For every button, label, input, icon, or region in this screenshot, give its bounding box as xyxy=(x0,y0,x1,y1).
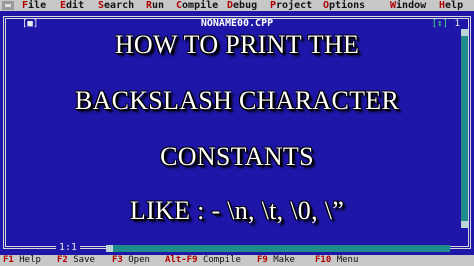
menu-options[interactable]: Options xyxy=(323,0,365,11)
menu-project[interactable]: Project xyxy=(270,0,312,11)
close-box-icon[interactable]: [■] xyxy=(20,19,41,29)
system-menu-icon[interactable] xyxy=(2,1,14,10)
status-f2-save[interactable]: F2 Save xyxy=(57,255,95,266)
horizontal-scrollbar[interactable] xyxy=(106,245,450,252)
overlay-line-1: HOW TO PRINT THE xyxy=(114,30,360,59)
overlay-line-4: LIKE : - \n, \t, \0, \” xyxy=(129,196,345,225)
menu-edit[interactable]: Edit xyxy=(60,0,84,11)
status-f3-open[interactable]: F3 Open xyxy=(112,255,150,266)
status-f1-help[interactable]: F1 Help xyxy=(3,255,41,266)
menu-debug[interactable]: Debug xyxy=(227,0,257,11)
menu-search[interactable]: Search xyxy=(98,0,134,11)
status-f10-menu[interactable]: F10 Menu xyxy=(315,255,358,266)
menu-bar: File Edit Search Run Compile Debug Proje… xyxy=(0,0,474,11)
overlay-line-2: BACKSLASH CHARACTER xyxy=(74,86,400,115)
status-bar: F1 Help F2 Save F3 Open Alt-F9 Compile F… xyxy=(0,255,474,266)
zoom-box-icon[interactable]: [↕] xyxy=(429,19,450,29)
menu-run[interactable]: Run xyxy=(146,0,164,11)
menu-file[interactable]: File xyxy=(22,0,46,11)
status-f9-make[interactable]: F9 Make xyxy=(257,255,295,266)
menu-help[interactable]: Help xyxy=(439,0,463,11)
window-title: NONAME00.CPP xyxy=(196,19,278,29)
window-number: 1 xyxy=(452,19,462,29)
overlay-line-3: CONSTANTS xyxy=(160,142,314,171)
cursor-position: 1:1 xyxy=(56,243,81,253)
menu-compile[interactable]: Compile xyxy=(176,0,218,11)
status-altf9-compile[interactable]: Alt-F9 Compile xyxy=(165,255,241,266)
editor-window[interactable]: [■] NONAME00.CPP 1 [↕] 1:1 HOW TO PRINT … xyxy=(0,11,474,255)
menu-window[interactable]: Window xyxy=(390,0,426,11)
